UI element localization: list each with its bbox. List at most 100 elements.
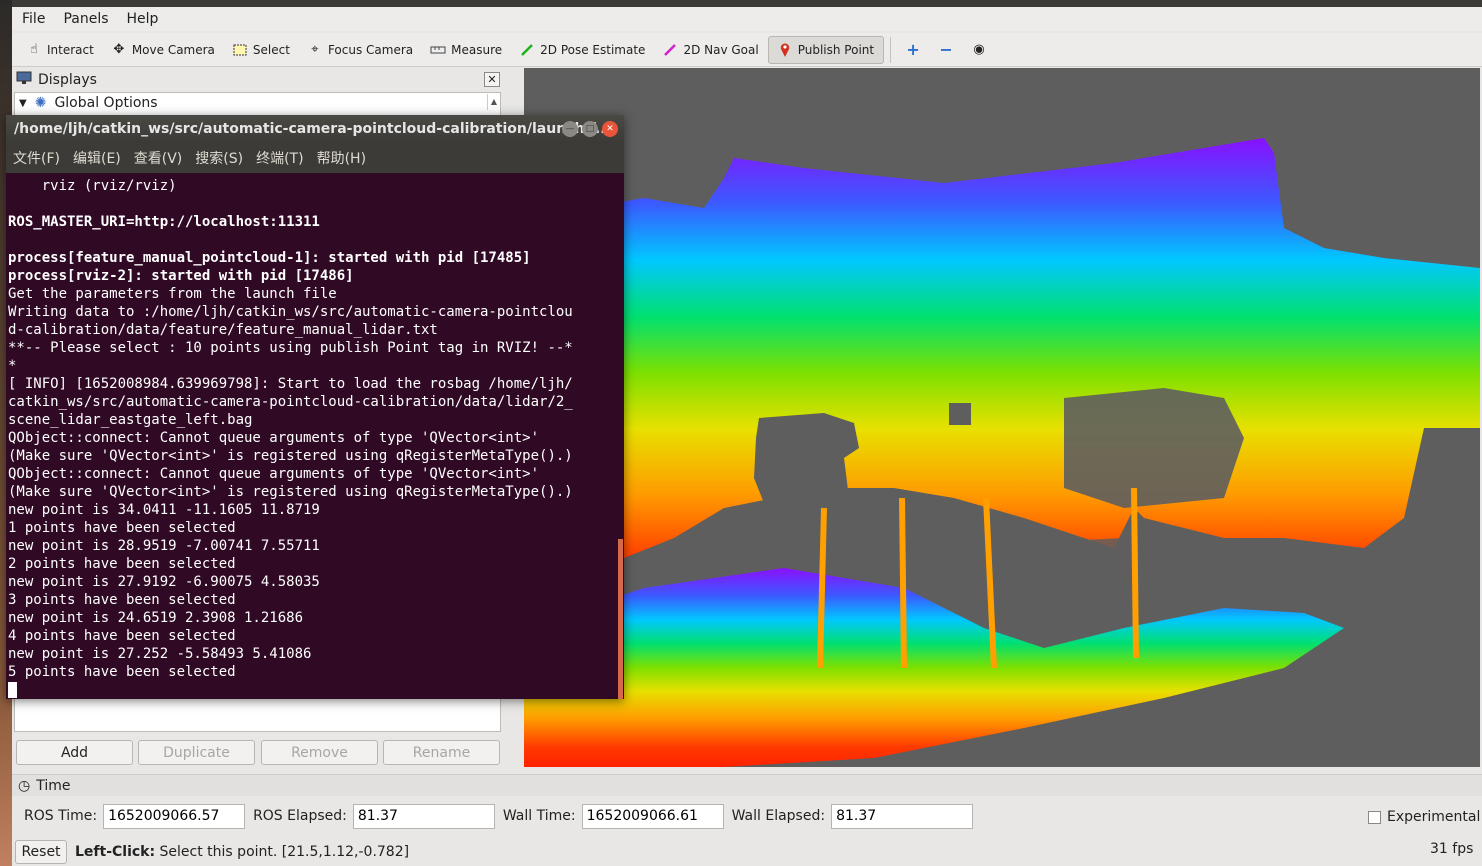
- terminal-line: Writing data to :/home/ljh/catkin_ws/src…: [8, 304, 573, 320]
- tool-move-camera[interactable]: ✥ Move Camera: [103, 36, 224, 64]
- displays-header: Displays: [14, 69, 504, 91]
- ros-time-field[interactable]: [103, 803, 246, 829]
- terminal-line: process[feature_manual_pointcloud-1]: st…: [8, 250, 531, 266]
- menu-panels[interactable]: Panels: [63, 11, 108, 27]
- view-options-button[interactable]: ◉: [963, 36, 996, 64]
- toolbar: ☝ Interact ✥ Move Camera Select ⌖ Focus …: [12, 33, 1482, 67]
- tool-measure[interactable]: Measure: [422, 36, 511, 64]
- menu-help[interactable]: Help: [127, 11, 159, 27]
- terminal-titlebar[interactable]: /home/ljh/catkin_ws/src/automatic-camera…: [6, 115, 624, 143]
- eye-icon: ◉: [973, 42, 985, 57]
- terminal-menu-search[interactable]: 搜索(S): [195, 148, 243, 168]
- close-icon[interactable]: ✕: [602, 121, 618, 137]
- terminal-line: d-calibration/data/feature/feature_manua…: [8, 322, 438, 338]
- reset-button[interactable]: Reset: [15, 840, 67, 864]
- 3d-view[interactable]: [524, 68, 1480, 767]
- terminal-line: (Make sure 'QVector<int>' is registered …: [8, 484, 573, 500]
- terminal-line: rviz (rviz/rviz): [8, 178, 177, 194]
- wall-elapsed-field[interactable]: [831, 803, 974, 829]
- terminal-line: QObject::connect: Cannot queue arguments…: [8, 430, 540, 446]
- magenta-arrow-icon: [662, 42, 678, 58]
- ruler-icon: [430, 42, 446, 58]
- terminal-prompt[interactable]: [8, 681, 624, 699]
- tool-2d-nav-goal[interactable]: 2D Nav Goal: [654, 36, 767, 64]
- time-title: Time: [36, 777, 71, 794]
- menubar: File Panels Help: [12, 7, 1482, 31]
- terminal-line: new point is 27.252 -5.58493 5.41086: [8, 646, 312, 662]
- green-arrow-icon: [519, 42, 535, 58]
- monitor-icon: [16, 71, 32, 89]
- move-camera-icon: ✥: [113, 42, 125, 57]
- wall-time-field[interactable]: [581, 803, 724, 829]
- tree-item-global-options[interactable]: ▼ ✺ Global Options: [15, 93, 501, 113]
- terminal-line: process[rviz-2]: started with pid [17486…: [8, 268, 354, 284]
- experimental-checkbox[interactable]: Experimental: [1368, 809, 1480, 825]
- tool-publish-point[interactable]: Publish Point: [767, 35, 885, 64]
- text-cursor: [8, 682, 17, 698]
- tool-select[interactable]: Select: [224, 36, 299, 64]
- status-hint-key: Left-Click:: [75, 844, 156, 860]
- status-hint: Select this point. [21.5,1.12,-0.782]: [155, 844, 410, 860]
- terminal-menubar: 文件(F) 编辑(E) 查看(V) 搜索(S) 终端(T) 帮助(H): [6, 143, 624, 173]
- checkbox-box[interactable]: [1368, 810, 1381, 824]
- maximize-icon[interactable]: □: [582, 121, 598, 137]
- close-icon[interactable]: ✕: [484, 72, 500, 87]
- remove-button[interactable]: Remove: [261, 740, 378, 765]
- plus-icon: +: [906, 40, 920, 59]
- select-box-icon: [232, 42, 248, 58]
- terminal-line: Get the parameters from the launch file: [8, 286, 337, 302]
- add-tool-button[interactable]: +: [897, 36, 930, 64]
- chevron-down-icon[interactable]: ▼: [19, 98, 27, 109]
- wall-elapsed-label: Wall Elapsed:: [731, 808, 826, 824]
- time-row: ROS Time: ROS Elapsed: Wall Time: Wall E…: [12, 800, 1482, 832]
- duplicate-button[interactable]: Duplicate: [138, 740, 255, 765]
- terminal-line: scene_lidar_eastgate_left.bag: [8, 412, 253, 428]
- terminal-output[interactable]: rviz (rviz/rviz) ROS_MASTER_URI=http://lo…: [6, 173, 624, 699]
- terminal-window[interactable]: /home/ljh/catkin_ws/src/automatic-camera…: [6, 115, 624, 699]
- terminal-line: **-- Please select : 10 points using pub…: [8, 340, 573, 356]
- rename-button[interactable]: Rename: [383, 740, 500, 765]
- terminal-menu-edit[interactable]: 编辑(E): [73, 148, 121, 168]
- cloud-shape: [524, 138, 1480, 767]
- map-pin-icon: [777, 42, 793, 58]
- terminal-line: new point is 28.9519 -7.00741 7.55711: [8, 538, 320, 554]
- add-button[interactable]: Add: [16, 740, 133, 765]
- ros-elapsed-label: ROS Elapsed:: [253, 808, 347, 824]
- terminal-title: /home/ljh/catkin_ws/src/automatic-camera…: [14, 121, 611, 137]
- minimize-icon[interactable]: —: [562, 121, 578, 137]
- terminal-line: *: [8, 358, 17, 374]
- terminal-line: catkin_ws/src/automatic-camera-pointclou…: [8, 394, 573, 410]
- displays-title: Displays: [38, 72, 97, 88]
- terminal-scrollbar[interactable]: [618, 539, 623, 699]
- terminal-menu-view[interactable]: 查看(V): [134, 148, 183, 168]
- toolbar-separator: [890, 36, 892, 63]
- terminal-line: ROS_MASTER_URI=http://localhost:11311: [8, 214, 320, 230]
- crosshair-icon: ⌖: [311, 42, 319, 57]
- wall-time-label: Wall Time:: [502, 808, 576, 824]
- tool-2d-pose-estimate[interactable]: 2D Pose Estimate: [511, 36, 654, 64]
- terminal-menu-file[interactable]: 文件(F): [13, 148, 60, 168]
- remove-tool-button[interactable]: −: [930, 36, 963, 64]
- status-bar: Reset Left-Click: Select this point. [21…: [12, 838, 1482, 866]
- terminal-line: 2 points have been selected: [8, 556, 236, 572]
- terminal-line: new point is 27.9192 -6.90075 4.58035: [8, 574, 320, 590]
- scrollbar-up-arrow[interactable]: ▲: [487, 94, 500, 110]
- terminal-menu-terminal[interactable]: 终端(T): [256, 148, 303, 168]
- ros-elapsed-field[interactable]: [352, 803, 495, 829]
- menu-file[interactable]: File: [22, 11, 45, 27]
- tool-interact[interactable]: ☝ Interact: [18, 36, 103, 64]
- minus-icon: −: [939, 40, 953, 59]
- ros-time-label: ROS Time:: [24, 808, 98, 824]
- fps-readout: 31 fps: [1430, 841, 1474, 857]
- tool-focus-camera[interactable]: ⌖ Focus Camera: [299, 36, 422, 64]
- clock-icon: ◷: [18, 777, 31, 794]
- terminal-menu-help[interactable]: 帮助(H): [317, 148, 366, 168]
- terminal-line: 1 points have been selected: [8, 520, 236, 536]
- hand-pointer-icon: ☝: [30, 42, 38, 57]
- terminal-line: 5 points have been selected: [8, 664, 236, 680]
- time-panel-header: ◷ Time: [12, 774, 1482, 796]
- terminal-line: QObject::connect: Cannot queue arguments…: [8, 466, 540, 482]
- terminal-line: 4 points have been selected: [8, 628, 236, 644]
